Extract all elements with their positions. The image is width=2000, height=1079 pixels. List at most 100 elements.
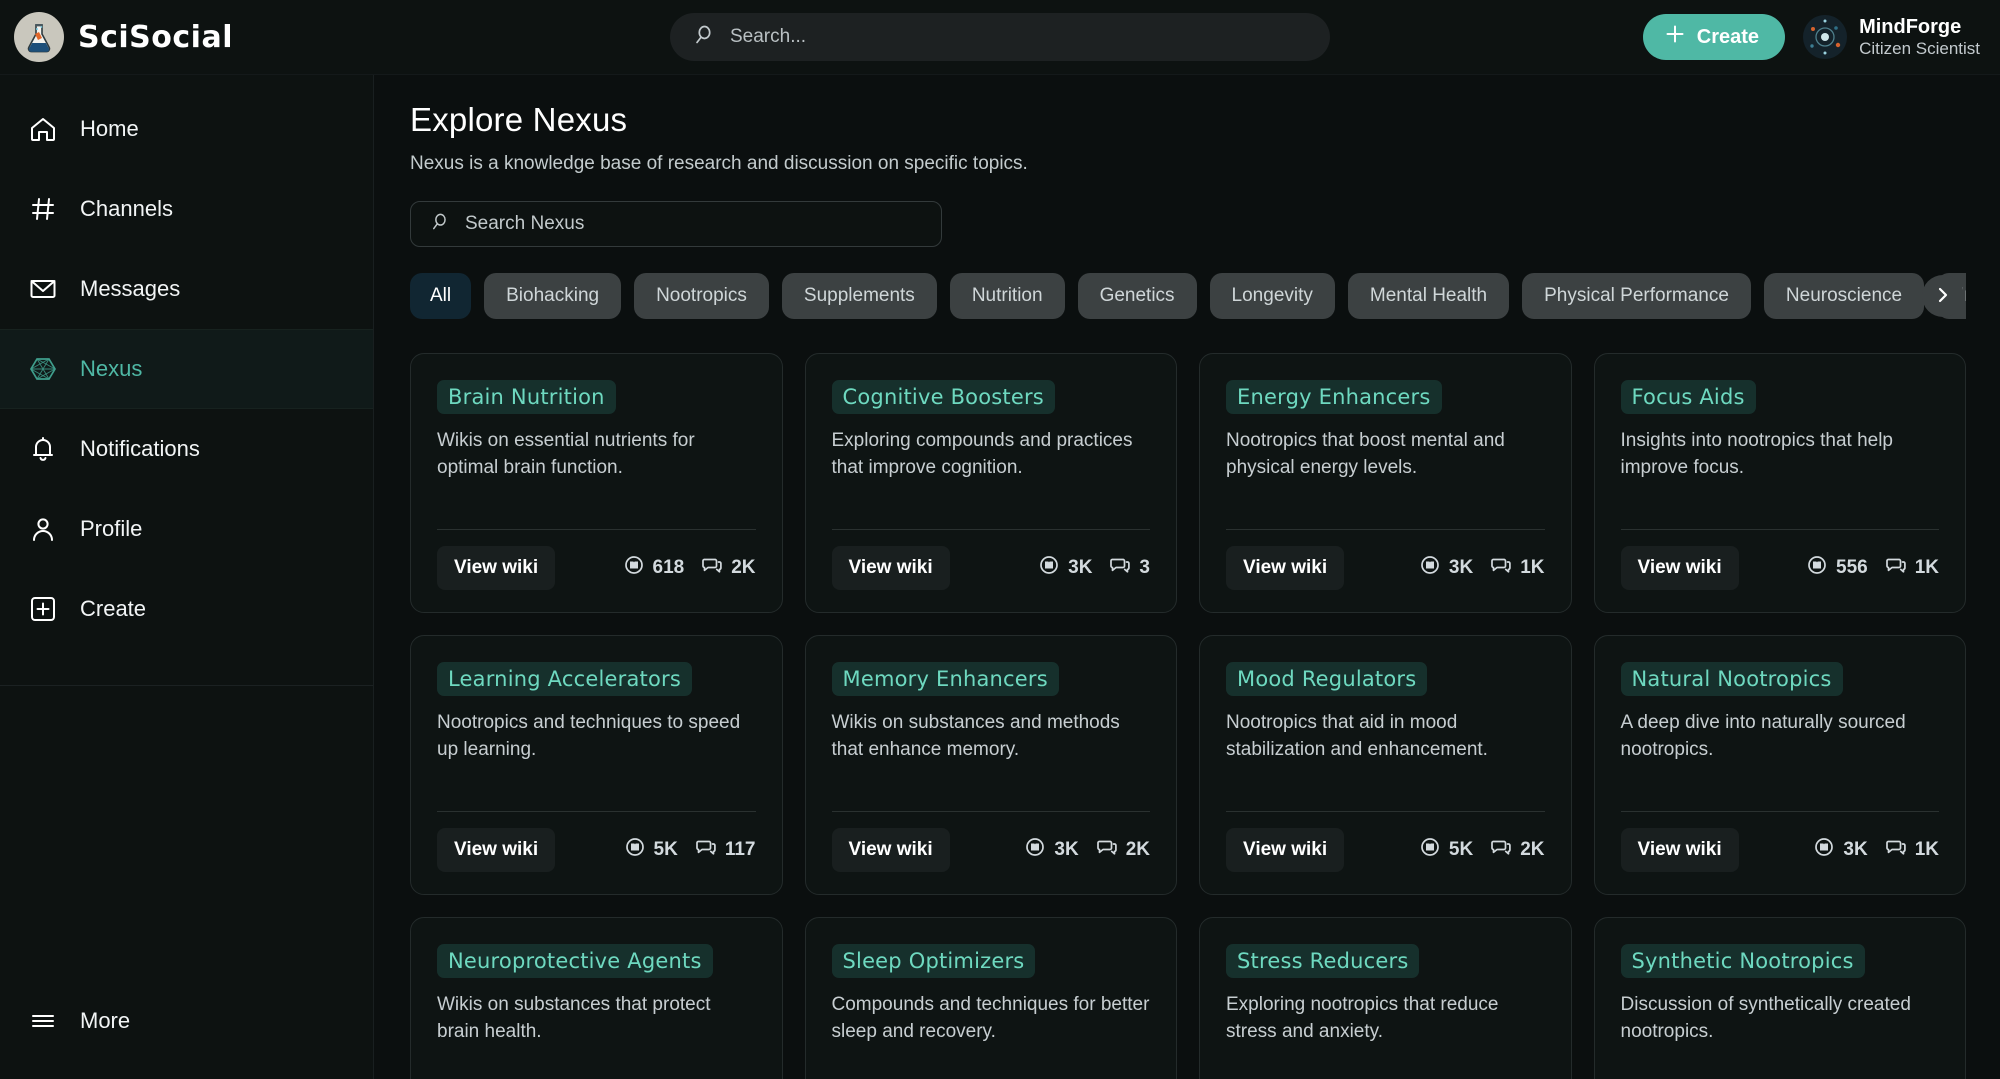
nexus-card-title: Brain Nutrition [437,380,616,414]
nexus-card-footer: View wiki 3K 3 [831,546,1150,590]
sidebar-item-notifications[interactable]: Notifications [0,409,373,489]
nexus-card-title: Sleep Optimizers [831,944,1036,978]
category-chip[interactable]: All [410,273,472,319]
category-chip-label: Nootropics [656,285,747,306]
sidebar-item-more[interactable]: More [0,981,373,1061]
category-chip[interactable]: Genetics [1077,273,1197,319]
create-button[interactable]: Create [1642,14,1786,60]
nexus-card-description: Insights into nootropics that help impro… [1620,430,1894,478]
wiki-count-stat: 5K [1419,836,1473,864]
nexus-card[interactable]: Natural Nootropics A deep dive into natur… [1593,635,1966,895]
book-icon [1419,554,1441,582]
comment-icon [701,554,723,582]
nexus-card-description: Exploring compounds and practices that i… [831,430,1133,478]
wiki-count-stat: 3K [1419,554,1473,582]
book-icon [1038,554,1060,582]
sidebar-item-profile[interactable]: Profile [0,489,373,569]
sidebar-item-label: Profile [80,516,143,541]
nexus-card-footer: View wiki 5K 2K [1226,828,1545,872]
plus-square-icon [28,594,58,624]
sidebar-item-home[interactable]: Home [0,89,373,169]
chips-next-button[interactable] [1922,275,1964,317]
category-chip[interactable]: Longevity [1209,273,1335,319]
nexus-card-title: Learning Accelerators [437,662,692,696]
nexus-card[interactable]: Synthetic Nootropics Discussion of synthe… [1593,917,1966,1079]
nexus-card[interactable]: Cognitive Boosters Exploring compounds an… [804,353,1177,613]
view-wiki-button[interactable]: View wiki [1226,546,1345,590]
view-wiki-button[interactable]: View wiki [1620,828,1739,872]
nexus-card-description: Exploring nootropics that reduce stress … [1226,994,1499,1042]
nexus-card-stats: 3K 2K [1024,836,1150,864]
comment-icon [1109,554,1131,582]
nexus-card-title: Memory Enhancers [831,662,1059,696]
card-divider [831,811,1150,812]
view-wiki-button[interactable]: View wiki [437,546,556,590]
view-wiki-button[interactable]: View wiki [831,546,950,590]
category-chip[interactable]: Nutrition [949,273,1065,319]
nexus-card[interactable]: Learning Accelerators Nootropics and tech… [410,635,783,895]
global-search-placeholder: Search... [730,26,807,47]
comment-count-value: 2K [1125,839,1150,860]
flask-icon [14,12,64,62]
nexus-card-stats: 3K 1K [1813,836,1939,864]
category-chip[interactable]: Physical Performance [1522,273,1751,319]
wiki-count-stat: 556 [1806,554,1868,582]
nexus-card-title: Stress Reducers [1226,944,1420,978]
sidebar-item-create[interactable]: Create [0,569,373,649]
sidebar-item-label: Create [80,596,147,621]
category-chip-label: Genetics [1099,285,1175,306]
category-chip-label: Longevity [1231,285,1313,306]
nexus-card-stats: 5K 117 [624,836,756,864]
category-chip-label: Physical Performance [1544,285,1729,306]
sidebar-item-channels[interactable]: Channels [0,169,373,249]
nexus-card-description: Nootropics that boost mental and physica… [1226,430,1505,478]
category-filter-bar: All Biohacking Nootropics Supplements Nutrit… [410,273,1966,319]
comment-icon [1490,836,1512,864]
nexus-card-footer: View wiki 3K 1K [1620,828,1939,872]
home-icon [28,114,58,144]
nexus-card[interactable]: Sleep Optimizers Compounds and techniques… [804,917,1177,1079]
nexus-card[interactable]: Stress Reducers Exploring nootropics that… [1199,917,1572,1079]
wiki-count-value: 618 [652,557,685,578]
comment-count-value: 117 [724,839,756,860]
global-search-input[interactable]: Search... [670,13,1330,61]
view-wiki-button[interactable]: View wiki [1620,546,1739,590]
wiki-count-value: 3K [1448,557,1474,578]
sidebar-item-label: Home [80,116,139,141]
category-chip[interactable]: Neuroscience [1763,273,1925,319]
search-icon [429,211,451,238]
top-bar: SciSocial Search... Create MindForge Cit… [0,0,2000,75]
nexus-card-description: Wikis on substances and methods that enh… [831,712,1120,760]
nexus-card-description: Compounds and techniques for better slee… [831,994,1150,1042]
page-title: Explore Nexus [410,101,628,138]
nexus-card[interactable]: Memory Enhancers Wikis on substances and … [804,635,1177,895]
comment-icon [1096,836,1118,864]
wiki-count-value: 3K [1054,839,1079,860]
nexus-card[interactable]: Mood Regulators Nootropics that aid in mo… [1199,635,1572,895]
nexus-card[interactable]: Brain Nutrition Wikis on essential nutrie… [410,353,783,613]
category-chip[interactable]: Biohacking [484,273,622,319]
view-wiki-button[interactable]: View wiki [831,828,950,872]
comment-count-stat: 1K [1885,554,1939,582]
nexus-card[interactable]: Focus Aids Insights into nootropics that … [1593,353,1966,613]
nexus-card-footer: View wiki 556 1K [1620,546,1939,590]
view-wiki-button[interactable]: View wiki [1226,828,1345,872]
sidebar-item-messages[interactable]: Messages [0,249,373,329]
nexus-card[interactable]: Neuroprotective Agents Wikis on substance… [410,917,783,1079]
user-role: Citizen Scientist [1859,38,1980,58]
category-chip[interactable]: Nootropics [634,273,769,319]
user-menu[interactable]: MindForge Citizen Scientist [1803,15,1980,59]
category-chip[interactable]: Mental Health [1347,273,1510,319]
book-icon [624,836,646,864]
nexus-card[interactable]: Energy Enhancers Nootropics that boost me… [1199,353,1572,613]
view-wiki-button[interactable]: View wiki [437,828,556,872]
category-chip-label: Mental Health [1369,285,1488,306]
envelope-icon [28,274,58,304]
user-meta: MindForge Citizen Scientist [1859,16,1980,59]
card-divider [831,529,1150,530]
category-chip[interactable]: Supplements [781,273,937,319]
brand[interactable]: SciSocial [0,12,374,62]
nexus-search-input[interactable]: Search Nexus [410,201,942,247]
sidebar-item-nexus[interactable]: Nexus [0,329,373,409]
sidebar-item-label: More [80,1008,131,1033]
